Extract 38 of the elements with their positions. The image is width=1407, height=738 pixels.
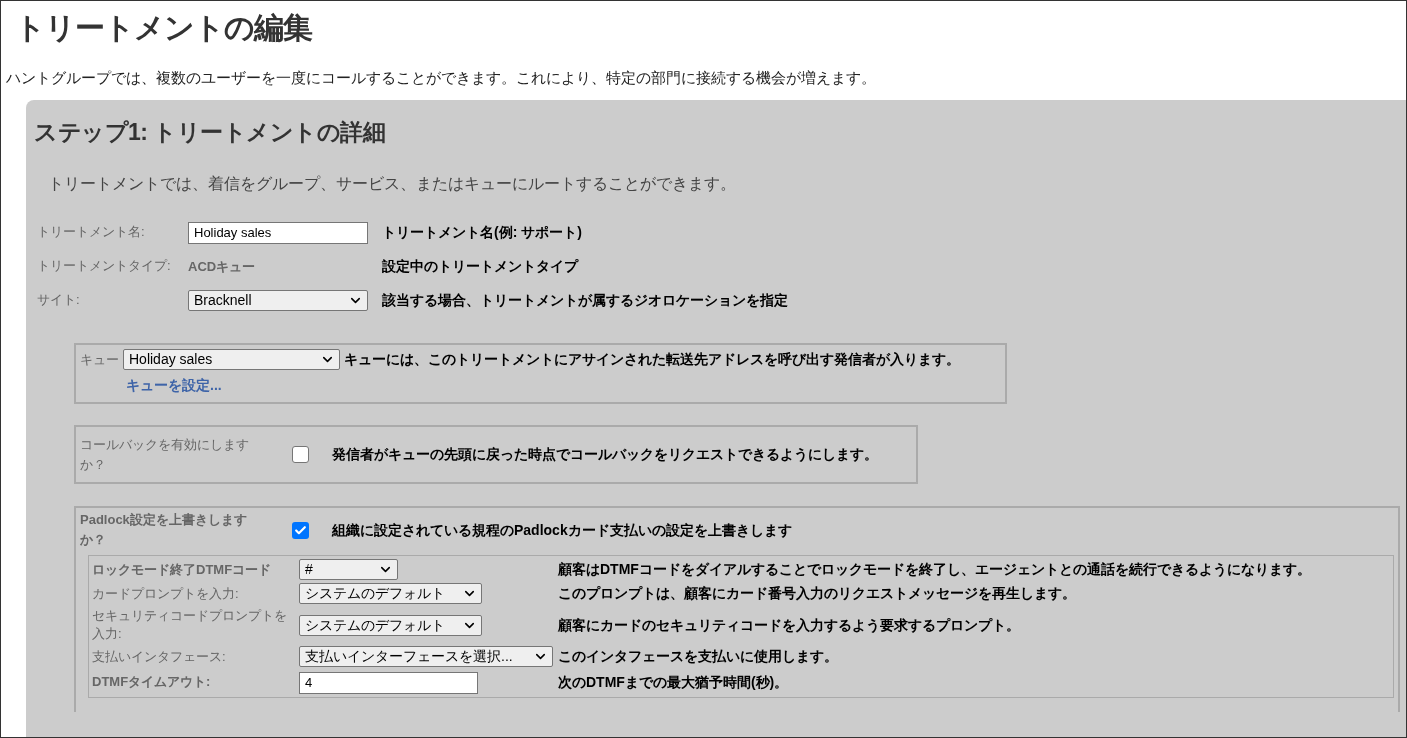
dropdown[interactable]: # (299, 559, 398, 580)
field-help: 次のDTMFまでの最大猶予時間(秒)。 (558, 672, 789, 692)
field-label: キュー (80, 350, 119, 369)
field-label: 支払いインタフェース: (92, 647, 227, 666)
field-label: Padlock設定を上書きしますか？ (80, 511, 248, 549)
field-label: トリートメント名: (36, 223, 146, 242)
field-label: ロックモード終了DTMFコード (92, 560, 273, 579)
field-help: 設定中のトリートメントタイプ (382, 256, 578, 276)
field-label: サイト: (36, 291, 81, 310)
field-help: 発信者がキューの先頭に戻った時点でコールバックをリクエストできるようにします。 (332, 445, 878, 464)
dropdown[interactable]: システムのデフォルト (299, 583, 482, 604)
field-help: このプロンプトは、顧客にカード番号入力のリクエストメッセージを再生します。 (558, 584, 1076, 603)
page-title: トリートメントの編集 (14, 10, 314, 46)
step-heading: ステップ1: トリートメントの詳細 (34, 117, 387, 147)
dropdown[interactable]: 支払いインターフェースを選択... (299, 646, 553, 667)
field-help: 組織に設定されている規程のPadlockカード支払いの設定を上書きします (332, 520, 792, 540)
field-help: 顧客はDTMFコードをダイアルすることでロックモードを終了し、エージェントとの通話を続行できるようになります。 (558, 560, 1311, 579)
field-help: このインタフェースを支払いに使用します。 (558, 647, 838, 666)
checkbox[interactable] (292, 521, 309, 539)
field-help: キューには、このトリートメントにアサインされた転送先アドレスを呼び出す発信者が入ります。 (344, 350, 960, 369)
field-label: カードプロンプトを入力: (92, 584, 240, 603)
field-help: 該当する場合、トリートメントが属するジオロケーションを指定 (382, 290, 788, 310)
checkbox[interactable] (292, 446, 309, 463)
field-help: トリートメント名(例: サポート) (382, 222, 582, 242)
field-label: セキュリティコードプロンプトを入力: (92, 607, 288, 643)
step-description: トリートメントでは、着信をグループ、サービス、またはキューにルートすることができます。 (48, 174, 737, 194)
field-help: 顧客にカードのセキュリティコードを入力するよう要求するプロンプト。 (558, 615, 1020, 635)
text-field[interactable]: 4 (299, 671, 478, 694)
dropdown[interactable]: Holiday sales (123, 349, 340, 370)
field-label: DTMFタイムアウト: (92, 673, 212, 691)
intro-text: ハントグループでは、複数のユーザーを一度にコールすることができます。これにより、特定の部門に接続する機会が増えます。 (5, 68, 877, 88)
dropdown[interactable]: Bracknell (188, 289, 368, 311)
dropdown[interactable]: システムのデフォルト (299, 614, 482, 636)
text-field[interactable]: Holiday sales (188, 221, 368, 244)
configure-queue-link[interactable]: キューを設定... (126, 375, 222, 396)
field-label: トリートメントタイプ: (36, 257, 172, 276)
checkmark-icon (294, 523, 307, 537)
field-label: コールバックを有効にしますか？ (80, 435, 250, 474)
